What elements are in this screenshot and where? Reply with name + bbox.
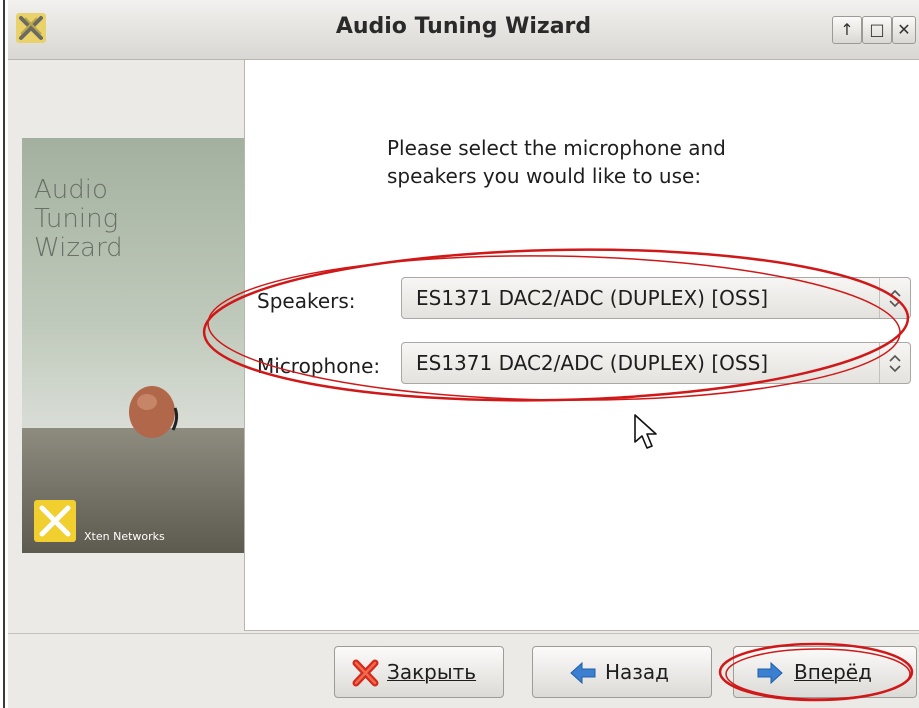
company-name: Xten Networks [84, 530, 165, 543]
microphone-select-arrow-icon[interactable] [879, 343, 910, 383]
next-button-label: Вперёд [794, 660, 872, 684]
wizard-content-panel: Please select the microphone and speaker… [244, 59, 919, 631]
wizard-banner: Audio Tuning Wizard Xten Networks [22, 138, 244, 553]
arrow-left-icon [570, 661, 596, 685]
title-bar[interactable]: Audio Tuning Wizard ↑ □ ✕ [8, 0, 919, 60]
xten-logo-icon [34, 500, 76, 542]
speakers-label: Speakers: [257, 289, 356, 313]
keep-above-button[interactable]: ↑ [832, 16, 862, 44]
back-button-label: Назад [605, 660, 670, 684]
speakers-select[interactable]: ES1371 DAC2/ADC (DUPLEX) [OSS] [401, 277, 911, 319]
close-window-button[interactable]: ✕ [892, 16, 916, 44]
audio-tuning-wizard-window: Audio Tuning Wizard ↑ □ ✕ Audio Tuning W… [8, 0, 919, 708]
speakers-select-arrow-icon[interactable] [879, 278, 910, 318]
footer-separator [8, 633, 919, 634]
maximize-icon: □ [869, 20, 885, 39]
person-head-image [129, 386, 179, 438]
banner-title: Audio Tuning Wizard [34, 175, 123, 263]
speakers-select-value: ES1371 DAC2/ADC (DUPLEX) [OSS] [416, 286, 769, 310]
microphone-label: Microphone: [257, 354, 381, 378]
close-button[interactable]: Закрыть [334, 646, 504, 698]
window-title: Audio Tuning Wizard [335, 14, 592, 39]
maximize-button[interactable]: □ [862, 16, 892, 44]
arrow-right-icon [757, 661, 783, 685]
close-window-icon: ✕ [897, 20, 911, 39]
microphone-select[interactable]: ES1371 DAC2/ADC (DUPLEX) [OSS] [401, 342, 911, 384]
microphone-select-value: ES1371 DAC2/ADC (DUPLEX) [OSS] [416, 351, 769, 375]
next-button[interactable]: Вперёд [733, 646, 917, 698]
keep-above-icon: ↑ [840, 20, 854, 39]
instruction-text: Please select the microphone and speaker… [387, 136, 726, 188]
left-screen-edge [0, 0, 8, 708]
red-x-icon [352, 659, 379, 687]
close-button-label: Закрыть [387, 660, 477, 684]
back-button[interactable]: Назад [532, 646, 712, 698]
mouse-cursor-icon [634, 414, 657, 449]
